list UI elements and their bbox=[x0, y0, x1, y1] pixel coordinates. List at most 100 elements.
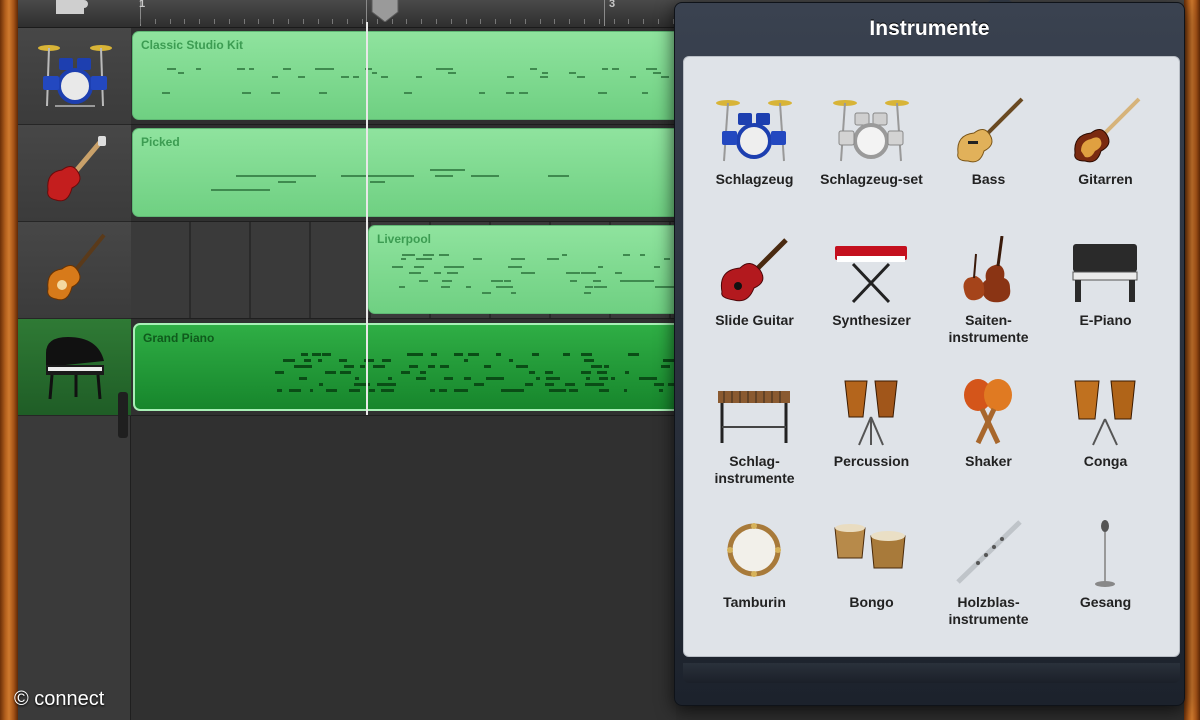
midi-note bbox=[399, 286, 406, 288]
midi-note bbox=[639, 377, 645, 380]
percussion-icon bbox=[844, 380, 898, 446]
region-bass[interactable]: Liverpool bbox=[368, 225, 698, 314]
midi-note bbox=[440, 286, 451, 288]
instrument-holzblasinstrumente[interactable]: Holzblas-instrumente bbox=[930, 480, 1047, 627]
instrument-conga[interactable]: Conga bbox=[1047, 339, 1164, 479]
midi-note bbox=[511, 292, 517, 294]
ruler-tick bbox=[347, 19, 349, 24]
midi-note bbox=[563, 353, 570, 356]
midi-note bbox=[438, 254, 449, 256]
puzzle-icon[interactable] bbox=[52, 0, 92, 14]
midi-note bbox=[339, 359, 348, 362]
instrument-label: E-Piano bbox=[1079, 312, 1132, 328]
midi-note bbox=[490, 280, 504, 282]
midi-note bbox=[654, 266, 660, 268]
midi-note bbox=[275, 371, 284, 374]
ruler-tick bbox=[643, 19, 645, 24]
midi-note bbox=[584, 359, 595, 362]
instrument-bongo[interactable]: Bongo bbox=[813, 480, 930, 620]
midi-note bbox=[506, 286, 513, 288]
region-guitar[interactable]: Picked bbox=[132, 128, 692, 217]
bar-number: 3 bbox=[609, 0, 616, 10]
instrument-synthesizer[interactable]: Synthesizer bbox=[813, 198, 930, 338]
playhead-handle[interactable] bbox=[370, 0, 400, 22]
midi-note bbox=[401, 258, 407, 260]
midi-note bbox=[416, 377, 427, 380]
instrument-shaker[interactable]: Shaker bbox=[930, 339, 1047, 479]
microphone-icon bbox=[1095, 520, 1115, 587]
midi-note bbox=[569, 280, 578, 282]
midi-note bbox=[535, 377, 541, 380]
instrument-bass[interactable]: Bass bbox=[930, 57, 1047, 197]
track-header-piano[interactable] bbox=[18, 319, 131, 416]
instrument-label: Slide Guitar bbox=[715, 312, 794, 328]
midi-note bbox=[453, 353, 464, 356]
region-name: Grand Piano bbox=[143, 331, 215, 345]
shaker-icon bbox=[964, 379, 1012, 445]
midi-note bbox=[545, 371, 554, 374]
midi-note bbox=[486, 377, 492, 380]
midi-note bbox=[660, 365, 670, 368]
midi-note bbox=[555, 389, 566, 392]
midi-note bbox=[428, 365, 436, 368]
midi-note bbox=[383, 359, 392, 362]
playhead-line[interactable] bbox=[366, 22, 368, 415]
midi-note bbox=[474, 383, 484, 386]
midi-note bbox=[598, 92, 607, 94]
instrument-saiteninstrumente[interactable]: Saiten-instrumente bbox=[930, 198, 1047, 345]
ruler-tick bbox=[628, 19, 630, 24]
instrument-schlaginstrumente[interactable]: Schlag-instrumente bbox=[696, 339, 813, 486]
midi-note bbox=[542, 72, 548, 74]
instrument-label: Holzblas-instrumente bbox=[948, 594, 1029, 627]
midi-note bbox=[304, 359, 311, 362]
resize-handle[interactable] bbox=[118, 392, 128, 438]
region-piano[interactable]: Grand Piano bbox=[133, 323, 693, 411]
ruler-tick bbox=[214, 19, 215, 24]
midi-note bbox=[309, 389, 314, 392]
instrument-gesang[interactable]: Gesang bbox=[1047, 480, 1164, 620]
midi-note bbox=[596, 371, 603, 374]
instrument-schlagzeug[interactable]: Schlagzeug bbox=[696, 57, 813, 197]
midi-note bbox=[444, 377, 454, 380]
instrument-e-piano[interactable]: E-Piano bbox=[1047, 198, 1164, 338]
midi-note bbox=[289, 389, 295, 392]
midi-note bbox=[472, 258, 482, 260]
track-header-guitar[interactable] bbox=[18, 125, 131, 222]
strings-icon bbox=[963, 236, 1011, 303]
region-drums[interactable]: Classic Studio Kit bbox=[132, 31, 692, 120]
midi-note bbox=[433, 272, 441, 274]
ruler-tick bbox=[154, 19, 156, 24]
instrument-percussion[interactable]: Percussion bbox=[813, 339, 930, 479]
ruler-tick bbox=[569, 19, 571, 24]
midi-note bbox=[547, 258, 559, 260]
ruler-tick bbox=[450, 19, 452, 24]
midi-note bbox=[566, 272, 580, 274]
instrument-schlagzeug-set[interactable]: Schlagzeug-set bbox=[813, 57, 930, 197]
midi-note bbox=[660, 76, 670, 78]
instrument-gitarren[interactable]: Gitarren bbox=[1047, 57, 1164, 197]
midi-note bbox=[317, 359, 322, 362]
midi-note bbox=[584, 272, 596, 274]
instrument-label: Shaker bbox=[965, 453, 1012, 469]
midi-note bbox=[548, 377, 560, 380]
ruler-tick bbox=[184, 19, 186, 24]
instrument-tamburin[interactable]: Tamburin bbox=[696, 480, 813, 620]
midi-note bbox=[283, 359, 295, 362]
midi-note bbox=[637, 280, 650, 282]
electric-guitar-icon bbox=[46, 136, 106, 202]
midi-note bbox=[519, 92, 528, 94]
track-header-bass[interactable] bbox=[18, 222, 131, 319]
garageband-screen: 1 2 3 bbox=[0, 0, 1200, 720]
midi-note bbox=[478, 92, 485, 94]
track-header-drums[interactable] bbox=[18, 28, 131, 125]
midi-note bbox=[630, 76, 636, 78]
tracks-area[interactable]: Classic Studio Kit Picked Liverpool Gran… bbox=[131, 28, 698, 720]
midi-note bbox=[355, 377, 360, 380]
midi-note bbox=[506, 92, 514, 94]
midi-note bbox=[380, 76, 389, 78]
midi-note bbox=[508, 359, 513, 362]
midi-note bbox=[319, 92, 327, 94]
ruler-tick bbox=[199, 19, 201, 24]
instrument-label: Schlagzeug bbox=[715, 171, 794, 187]
instrument-slide-guitar[interactable]: Slide Guitar bbox=[696, 198, 813, 338]
